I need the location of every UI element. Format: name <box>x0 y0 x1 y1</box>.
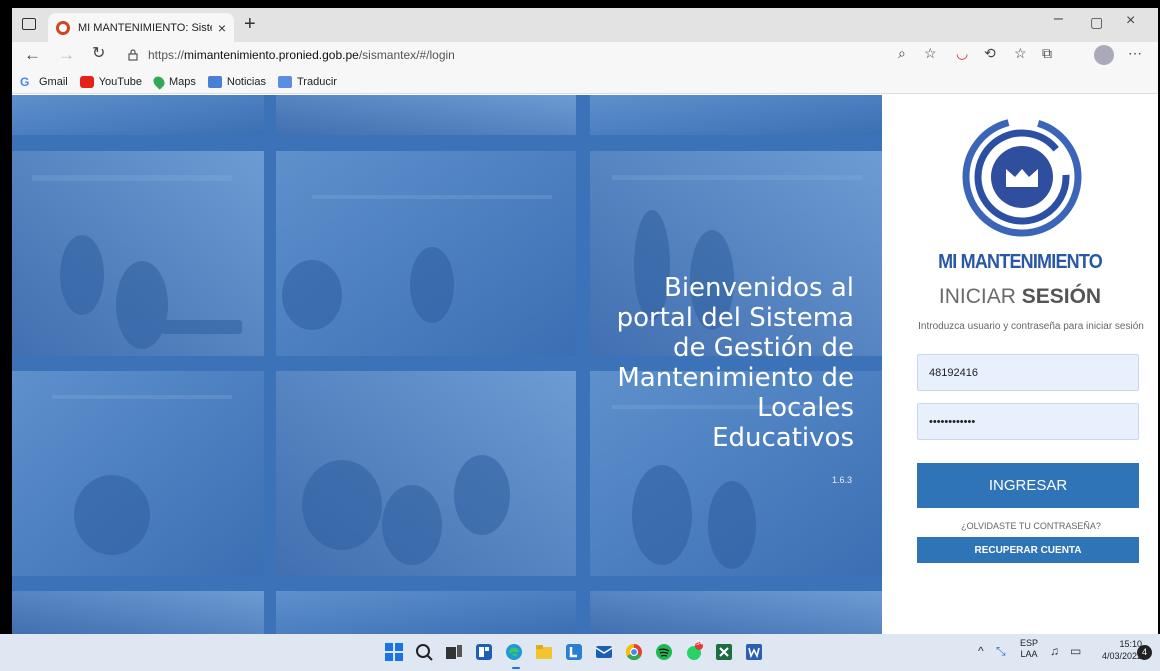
active-app-indicator <box>512 667 520 669</box>
back-icon[interactable]: ← <box>24 46 41 63</box>
clock[interactable]: 15:10 4/03/2022 <box>1102 638 1142 662</box>
login-panel: MI MANTENIMIENTO INICIAR SESIÓN Introduz… <box>882 95 1158 634</box>
refresh-icon[interactable]: ↻ <box>92 46 105 62</box>
forgot-password-text: ¿OLVIDASTE TU CONTRASEÑA? <box>961 521 1101 531</box>
windows-start-icon[interactable] <box>384 642 404 662</box>
news-icon <box>207 75 222 88</box>
tab-strip: MI MANTENIMIENTO: Sistema de × + – ▢ × <box>12 8 1158 42</box>
page-content: Bienvenidos al portal del Sistema de Ges… <box>12 95 1158 634</box>
bookmark-noticias[interactable]: Noticias <box>207 75 266 88</box>
address-bar: ← → ↻ https://mimantenimiento.pronied.go… <box>12 42 1158 70</box>
tab-close-icon[interactable]: × <box>218 21 226 35</box>
forward-icon[interactable]: → <box>58 46 75 63</box>
extension-icon[interactable]: ⟲ <box>984 46 996 60</box>
battery-icon[interactable]: ▭ <box>1070 644 1081 658</box>
login-button[interactable]: INGRESAR <box>917 463 1139 508</box>
excel-icon[interactable] <box>714 642 734 662</box>
chrome-icon[interactable] <box>624 642 644 662</box>
welcome-line: de Gestión de <box>672 333 854 363</box>
browser-tab[interactable]: MI MANTENIMIENTO: Sistema de × <box>48 13 234 42</box>
chevron-up-icon[interactable]: ^ <box>978 644 984 658</box>
tab-actions-icon[interactable] <box>22 18 36 30</box>
bookmark-label: YouTube <box>98 75 142 88</box>
notification-badge[interactable]: 4 <box>1137 645 1152 660</box>
url-field[interactable]: https://mimantenimiento.pronied.gob.pe/s… <box>148 48 455 62</box>
welcome-message: Bienvenidos al portal del Sistema de Ges… <box>534 273 854 453</box>
favorites-icon[interactable]: ☆ <box>1014 46 1027 60</box>
new-tab-button[interactable]: + <box>244 14 256 34</box>
login-title: INICIAR SESIÓN <box>882 285 1158 309</box>
network-activity-icon[interactable]: ⤡ <box>996 644 1006 659</box>
bookmark-gmail[interactable]: G Gmail <box>20 76 68 88</box>
mail-icon[interactable] <box>594 642 614 662</box>
file-explorer-icon[interactable] <box>534 642 554 662</box>
restore-icon[interactable]: ▢ <box>1090 14 1103 31</box>
volume-icon[interactable]: ♫ <box>1050 644 1059 658</box>
task-view-icon[interactable] <box>444 642 464 662</box>
favorite-star-icon[interactable]: ☆ <box>924 46 937 60</box>
bookmark-maps[interactable]: Maps <box>151 73 196 90</box>
welcome-line: Bienvenidos al <box>664 273 854 303</box>
maps-pin-icon <box>151 73 167 90</box>
google-icon: G <box>20 74 30 89</box>
widgets-icon[interactable] <box>474 642 494 662</box>
word-icon[interactable] <box>744 642 764 662</box>
welcome-line: Mantenimiento de <box>617 363 854 393</box>
more-menu-icon[interactable]: ⋯ <box>1128 46 1142 60</box>
browser-window: MI MANTENIMIENTO: Sistema de × + – ▢ × ←… <box>12 8 1158 634</box>
lang-line: LAA <box>1020 649 1038 659</box>
minimize-icon[interactable]: – <box>1054 10 1063 28</box>
welcome-line: portal del Sistema <box>616 303 854 333</box>
bookmark-label: Traducir <box>297 75 337 88</box>
mi-mantenimiento-logo <box>962 117 1082 237</box>
profile-avatar[interactable] <box>1094 45 1114 65</box>
welcome-line: Educativos <box>712 423 854 453</box>
welcome-line: Locales <box>757 393 854 423</box>
lang-line: ESP <box>1020 638 1039 648</box>
screen: MI MANTENIMIENTO: Sistema de × + – ▢ × ←… <box>0 0 1160 671</box>
close-window-icon[interactable]: × <box>1126 12 1135 30</box>
youtube-icon <box>79 75 94 88</box>
taskbar: 54 ^ ⤡ ESP LAA ♫ ▭ 15:10 4/03/2022 4 <box>0 634 1160 671</box>
brand-name: MI MANTENIMIENTO <box>938 249 1103 273</box>
hero-banner: Bienvenidos al portal del Sistema de Ges… <box>12 95 882 634</box>
app-l-icon[interactable] <box>564 642 584 662</box>
bookmarks-bar: G Gmail YouTube Maps Noticias Traducir <box>12 70 1158 94</box>
tab-title: MI MANTENIMIENTO: Sistema de <box>78 21 212 34</box>
read-aloud-icon[interactable]: ⌕ <box>898 46 906 60</box>
login-title-light: INICIAR <box>938 285 1022 308</box>
collections-icon[interactable]: ⧉ <box>1042 46 1052 60</box>
edge-icon[interactable] <box>504 642 524 662</box>
translate-icon <box>278 75 292 88</box>
url-host: mimantenimiento.pronied.gob.pe <box>184 48 359 62</box>
clock-time: 15:10 <box>1119 639 1143 649</box>
pocket-icon[interactable]: ◡ <box>956 46 968 60</box>
bookmark-label: Noticias <box>226 75 266 88</box>
spotify-icon[interactable] <box>654 642 674 662</box>
recover-account-button[interactable]: RECUPERAR CUENTA <box>917 537 1139 563</box>
bookmark-traducir[interactable]: Traducir <box>278 75 337 88</box>
username-input[interactable] <box>917 354 1139 391</box>
login-title-bold: SESIÓN <box>1021 285 1102 308</box>
url-prefix: https:// <box>148 48 185 62</box>
password-input[interactable] <box>917 403 1139 440</box>
bookmark-label: Maps <box>168 75 196 88</box>
search-icon[interactable] <box>414 642 434 662</box>
version-label: 1.6.3 <box>831 475 852 485</box>
bookmark-label: Gmail <box>39 75 68 88</box>
bookmark-youtube[interactable]: YouTube <box>79 75 142 88</box>
login-instructions: Introduzca usuario y contraseña para ini… <box>918 321 1144 332</box>
favicon-icon <box>56 20 70 35</box>
language-indicator[interactable]: ESP LAA <box>1020 638 1038 660</box>
url-path: /sismantex/#/login <box>358 48 455 62</box>
lock-icon[interactable] <box>128 49 138 61</box>
whatsapp-badge: 54 <box>696 641 703 647</box>
